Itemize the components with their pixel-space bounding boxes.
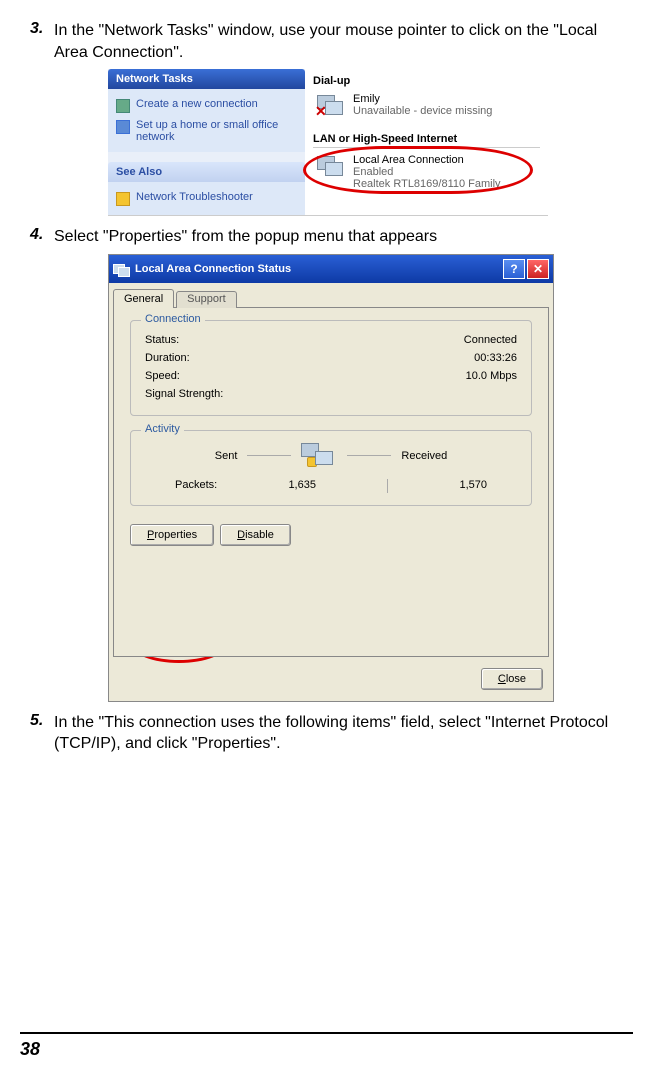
status-label: Status:: [145, 334, 179, 346]
task-troubleshooter[interactable]: Network Troubleshooter: [114, 188, 299, 209]
packets-received: 1,570: [459, 479, 487, 493]
received-label: Received: [401, 450, 447, 462]
activity-icon: [301, 441, 337, 471]
group-connection: Connection Status:Connected Duration:00:…: [130, 320, 532, 416]
page-number: 38: [20, 1039, 40, 1060]
step-text: Select "Properties" from the popup menu …: [54, 226, 633, 248]
titlebar: Local Area Connection Status ? ✕: [109, 255, 553, 283]
figure-network-tasks: Network Tasks Create a new connection Se…: [108, 69, 633, 216]
step-number: 5.: [20, 712, 54, 755]
figure-lan-status-dialog: Local Area Connection Status ? ✕ General…: [108, 254, 633, 702]
task-label: Create a new connection: [136, 98, 258, 110]
status-value: Connected: [464, 334, 517, 346]
tab-support[interactable]: Support: [176, 291, 237, 308]
connection-status: Unavailable - device missing: [353, 105, 492, 117]
task-label: Set up a home or small office network: [136, 119, 297, 143]
step-5: 5. In the "This connection uses the foll…: [20, 712, 633, 755]
line-icon: [247, 455, 291, 456]
connection-name: Emily: [353, 93, 492, 105]
disable-button[interactable]: Disable: [220, 524, 291, 546]
divider: [387, 479, 388, 493]
packets-sent: 1,635: [288, 479, 316, 493]
speed-value: 10.0 Mbps: [466, 370, 517, 382]
step-3: 3. In the "Network Tasks" window, use yo…: [20, 20, 633, 63]
connection-status: Enabled: [353, 166, 501, 178]
category-lan: LAN or High-Speed Internet: [313, 133, 540, 148]
step-text: In the "This connection uses the followi…: [54, 712, 633, 755]
wizard-icon: [116, 99, 130, 113]
signal-label: Signal Strength:: [145, 388, 223, 400]
properties-button[interactable]: Properties: [130, 524, 214, 546]
step-text: In the "Network Tasks" window, use your …: [54, 20, 633, 63]
group-title: Connection: [141, 313, 205, 325]
step-4: 4. Select "Properties" from the popup me…: [20, 226, 633, 248]
step-number: 3.: [20, 20, 54, 63]
packets-label: Packets:: [175, 479, 217, 493]
panel-header-network-tasks: Network Tasks: [108, 69, 305, 89]
lan-icon: [315, 154, 347, 182]
task-create-connection[interactable]: Create a new connection: [114, 95, 299, 116]
group-title: Activity: [141, 423, 184, 435]
line-icon: [347, 455, 391, 456]
window-icon: [113, 262, 129, 276]
panel-header-see-also: See Also: [108, 162, 305, 182]
task-label: Network Troubleshooter: [136, 191, 253, 203]
window-title: Local Area Connection Status: [135, 263, 291, 275]
step-number: 4.: [20, 226, 54, 248]
category-dialup: Dial-up: [313, 75, 540, 87]
connection-lan[interactable]: Local Area Connection Enabled Realtek RT…: [313, 152, 540, 192]
network-icon: [116, 120, 130, 134]
help-button[interactable]: ?: [503, 259, 525, 279]
duration-value: 00:33:26: [474, 352, 517, 364]
footer-rule: [20, 1032, 633, 1034]
speed-label: Speed:: [145, 370, 180, 382]
close-button-bottom[interactable]: Close: [481, 668, 543, 690]
task-setup-network[interactable]: Set up a home or small office network: [114, 116, 299, 146]
dialup-icon: ✕: [315, 93, 347, 121]
tab-general[interactable]: General: [113, 289, 174, 308]
group-activity: Activity Sent Received Packets: 1,635 1,…: [130, 430, 532, 506]
close-button[interactable]: ✕: [527, 259, 549, 279]
connection-device: Realtek RTL8169/8110 Family: [353, 178, 501, 190]
duration-label: Duration:: [145, 352, 190, 364]
connection-dialup[interactable]: ✕ Emily Unavailable - device missing: [313, 91, 540, 123]
help-icon: [116, 192, 130, 206]
connection-name: Local Area Connection: [353, 154, 501, 166]
sent-label: Sent: [215, 450, 238, 462]
